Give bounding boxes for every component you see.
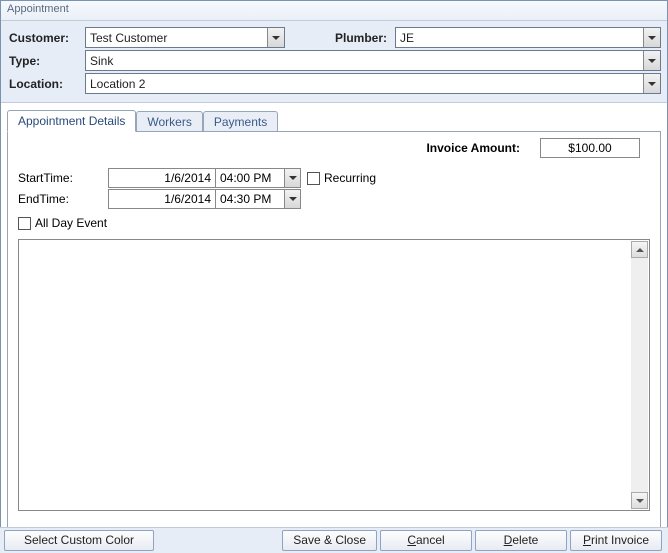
recurring-checkbox[interactable]: Recurring [307, 170, 376, 186]
customer-value: Test Customer [86, 31, 267, 45]
tab-payments[interactable]: Payments [203, 111, 278, 132]
chevron-down-icon[interactable] [267, 28, 284, 47]
cancel-button[interactable]: Cancel [380, 530, 472, 551]
scroll-up-button[interactable] [631, 241, 648, 258]
type-label: Type: [7, 54, 85, 68]
tab-strip: Appointment Details Workers Payments [7, 109, 661, 131]
recurring-label: Recurring [324, 171, 376, 185]
scroll-down-button[interactable] [631, 492, 648, 509]
checkbox-icon [18, 217, 31, 230]
chevron-down-icon[interactable] [643, 74, 660, 93]
invoice-amount-label: Invoice Amount: [426, 141, 520, 155]
chevron-down-icon[interactable] [284, 190, 300, 208]
customer-combo[interactable]: Test Customer [85, 27, 285, 48]
chevron-down-icon[interactable] [643, 51, 660, 70]
end-time-label: EndTime: [18, 192, 108, 206]
tab-appointment-details[interactable]: Appointment Details [7, 110, 136, 132]
customer-label: Customer: [7, 31, 85, 45]
all-day-checkbox[interactable]: All Day Event [18, 215, 107, 231]
plumber-label: Plumber: [315, 31, 395, 45]
save-close-button[interactable]: Save & Close [282, 530, 377, 551]
print-invoice-button[interactable]: Print Invoice [570, 530, 662, 551]
checkbox-icon [307, 172, 320, 185]
location-label: Location: [7, 77, 85, 91]
start-time-label: StartTime: [18, 171, 108, 185]
tab-workers[interactable]: Workers [136, 111, 202, 132]
header-panel: Customer: Test Customer Plumber: JE Type… [1, 21, 667, 103]
invoice-amount-field[interactable]: $100.00 [540, 138, 640, 158]
select-custom-color-button[interactable]: Select Custom Color [4, 530, 154, 551]
plumber-value: JE [396, 31, 643, 45]
window-titlebar: Appointment [1, 1, 667, 21]
type-combo[interactable]: Sink [85, 50, 661, 71]
all-day-label: All Day Event [35, 216, 107, 230]
location-combo[interactable]: Location 2 [85, 73, 661, 94]
location-value: Location 2 [86, 77, 643, 91]
chevron-down-icon[interactable] [643, 28, 660, 47]
end-date-field[interactable]: 1/6/2014 [108, 189, 216, 209]
tab-panel-details: Invoice Amount: $100.00 StartTime: 1/6/2… [7, 131, 661, 529]
notes-textarea[interactable] [18, 239, 650, 511]
chevron-down-icon[interactable] [284, 169, 300, 187]
plumber-combo[interactable]: JE [395, 27, 661, 48]
footer-bar: Select Custom Color Save & Close Cancel … [0, 527, 668, 553]
delete-button[interactable]: Delete [475, 530, 567, 551]
window-title: Appointment [7, 3, 69, 15]
type-value: Sink [86, 54, 643, 68]
vertical-scrollbar[interactable] [631, 241, 648, 509]
start-time-combo[interactable]: 04:00 PM [215, 168, 301, 188]
start-date-field[interactable]: 1/6/2014 [108, 168, 216, 188]
end-time-combo[interactable]: 04:30 PM [215, 189, 301, 209]
